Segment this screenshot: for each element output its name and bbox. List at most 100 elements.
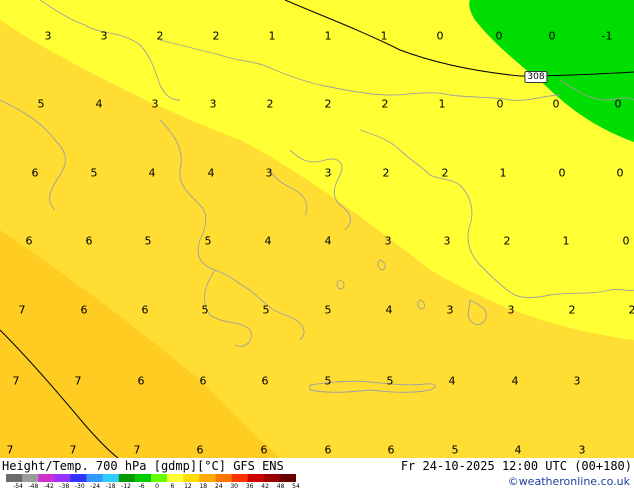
temperature-value: 1 [562, 234, 570, 248]
temperature-value: 6 [80, 303, 88, 317]
temperature-value: 2 [156, 29, 164, 43]
colorbar-swatch [86, 474, 103, 482]
temperature-value: 3 [265, 166, 273, 180]
temperature-value: 4 [264, 234, 272, 248]
temperature-value: 7 [133, 443, 141, 457]
temperature-value: 4 [95, 97, 103, 111]
temperature-value: 2 [628, 303, 634, 317]
colorbar-swatch [6, 474, 23, 482]
temperature-value: 5 [262, 303, 270, 317]
temperature-value: 4 [448, 374, 456, 388]
temperature-value: 0 [436, 29, 444, 43]
temperature-value: 3 [44, 29, 52, 43]
colorbar-swatch [134, 474, 152, 482]
temperature-value: 6 [196, 443, 204, 457]
temperature-value: 7 [6, 443, 14, 457]
colorbar-tick-label: -18 [105, 483, 116, 490]
temperature-value: 7 [74, 374, 82, 388]
temperature-value: 3 [446, 303, 454, 317]
temperature-value: 5 [204, 234, 212, 248]
colorbar-swatch [118, 474, 136, 482]
temperature-value: 2 [503, 234, 511, 248]
temperature-value: 4 [385, 303, 393, 317]
temperature-value: 3 [578, 443, 586, 457]
temperature-value: 5 [451, 443, 459, 457]
temperature-value: 5 [201, 303, 209, 317]
map-title: Height/Temp. 700 hPa [gdmp][°C] GFS ENS [2, 459, 284, 473]
temperature-value: 0 [622, 234, 630, 248]
temperature-value: 0 [495, 29, 503, 43]
colorbar-tick-label: -12 [121, 483, 131, 490]
temperature-value: 2 [266, 97, 274, 111]
colorbar-tick-label: 24 [214, 483, 223, 490]
colorbar-tick-label: 18 [199, 483, 208, 490]
temperature-value: 2 [382, 166, 390, 180]
temperature-value: 7 [12, 374, 20, 388]
colorbar-swatch [183, 474, 200, 482]
temperature-value: 6 [260, 443, 268, 457]
temperature-value: 3 [384, 234, 392, 248]
colorbar-tick-label: -24 [90, 483, 101, 490]
temperature-value: 6 [31, 166, 39, 180]
temperature-value: 6 [261, 374, 269, 388]
colorbar-tick-label: 54 [292, 483, 300, 490]
temperature-value: 6 [199, 374, 207, 388]
colorbar-swatch [247, 474, 265, 482]
colorbar-swatch [167, 474, 184, 482]
colorbar-tick-label: 30 [230, 483, 239, 490]
colorbar-tick-label: -30 [74, 483, 85, 490]
contour-label: 308 [524, 71, 548, 83]
colorbar-tick-label: -6 [138, 483, 145, 490]
colorbar-tick-label: 12 [184, 483, 192, 490]
temperature-value: 6 [25, 234, 33, 248]
temperature-value: 5 [324, 303, 332, 317]
colorbar-swatch [263, 474, 281, 482]
temperature-value: 7 [18, 303, 26, 317]
valid-time: Fr 24-10-2025 12:00 UTC (00+180) [400, 459, 632, 473]
colorbar-tick-label: -42 [43, 483, 54, 490]
colorbar-tick-label: 6 [170, 483, 175, 490]
temperature-value: 3 [151, 97, 159, 111]
colorbar-swatch [231, 474, 248, 482]
temperature-value: 0 [616, 166, 624, 180]
weather-map: 308 3 3 2 2 1 1 1 0 0 0 -1 5 4 3 3 2 2 2 1 0 0 0 6 5 4 4 3 3 2 2 1 0 0 6 6… [0, 0, 634, 458]
temperature-value: 6 [85, 234, 93, 248]
temperature-value: 1 [324, 29, 332, 43]
colorbar-swatch [102, 474, 120, 482]
temperature-value: 1 [438, 97, 446, 111]
temperature-value: 3 [324, 166, 332, 180]
temperature-value: 3 [209, 97, 217, 111]
colorbar-tick-label: -38 [59, 483, 70, 490]
colorbar-swatch [54, 474, 71, 482]
temperature-value: 0 [558, 166, 566, 180]
colorbar-swatch [279, 474, 296, 482]
temperature-value: 6 [141, 303, 149, 317]
colorbar-tick-label: 48 [276, 483, 285, 490]
colorbar-swatch [22, 474, 39, 482]
temperature-value: 6 [324, 443, 332, 457]
temperature-value: 5 [144, 234, 152, 248]
temperature-value: 5 [37, 97, 45, 111]
map-canvas [0, 0, 634, 458]
temperature-value: 2 [568, 303, 576, 317]
temperature-value: 4 [148, 166, 156, 180]
colorbar [6, 474, 296, 482]
temperature-value: 2 [324, 97, 332, 111]
colorbar-swatch [38, 474, 55, 482]
temperature-value: 1 [499, 166, 507, 180]
temperature-value: 4 [207, 166, 215, 180]
colorbar-tick-label: -54 [13, 483, 23, 490]
colorbar-swatch [215, 474, 232, 482]
temperature-value: 2 [441, 166, 449, 180]
temperature-value: 3 [573, 374, 581, 388]
temperature-value: 6 [137, 374, 145, 388]
colorbar-tick-label: 0 [155, 483, 159, 490]
temperature-value: 3 [100, 29, 108, 43]
credit-link[interactable]: ©weatheronline.co.uk [508, 475, 630, 488]
temperature-value: 3 [507, 303, 515, 317]
colorbar-tick-label: 42 [261, 483, 269, 490]
colorbar-swatch [151, 474, 168, 482]
temperature-value: 0 [548, 29, 556, 43]
temperature-value: 5 [386, 374, 394, 388]
temperature-value: -1 [601, 29, 613, 43]
